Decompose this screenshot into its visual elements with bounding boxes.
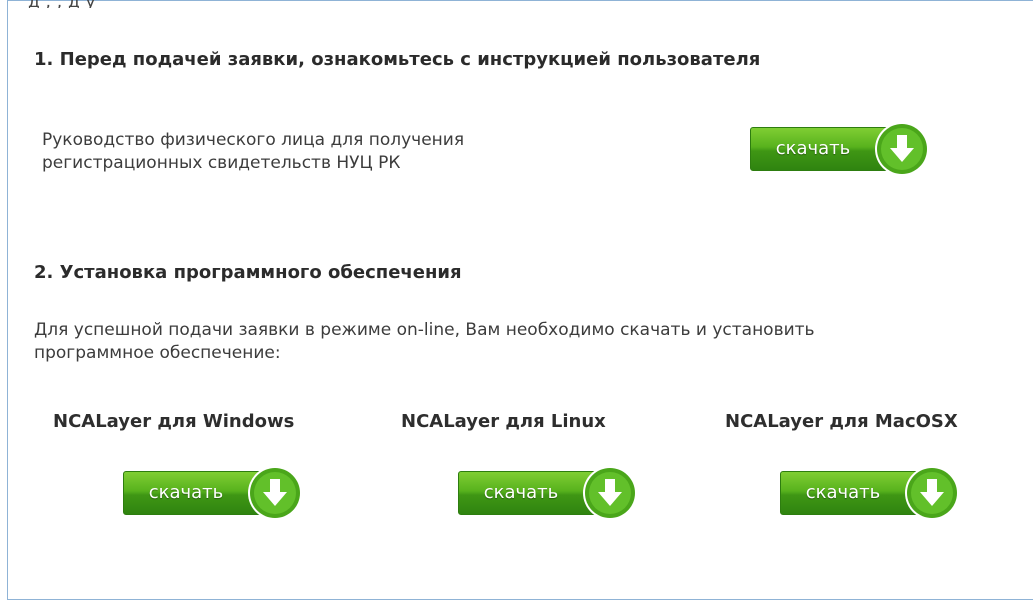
- download-arrow-icon: [248, 466, 302, 520]
- download-macosx-button[interactable]: скачать: [780, 465, 965, 521]
- guide-description-line2: регистрационных свидетельств НУЦ РК: [42, 153, 401, 173]
- download-arrow-icon: [583, 466, 637, 520]
- software-paragraph: Для успешной подачи заявки в режиме on-l…: [34, 319, 815, 365]
- section1-heading: 1. Перед подачей заявки, ознакомьтесь с …: [34, 49, 761, 70]
- software-paragraph-line1: Для успешной подачи заявки в режиме on-l…: [34, 320, 815, 340]
- download-arrow-icon: [905, 466, 959, 520]
- download-label: скачать: [775, 138, 851, 159]
- download-label: скачать: [148, 482, 224, 503]
- download-label: скачать: [483, 482, 559, 503]
- platform-linux-label: NCALayer для Linux: [401, 411, 606, 432]
- clipped-top-text: д , , д у: [28, 0, 96, 8]
- platform-windows-label: NCALayer для Windows: [53, 411, 295, 432]
- software-paragraph-line2: программное обеспечение:: [34, 343, 281, 363]
- platform-macosx-label: NCALayer для MacOSX: [725, 411, 958, 432]
- download-label: скачать: [805, 482, 881, 503]
- download-linux-button[interactable]: скачать: [458, 465, 643, 521]
- section2-heading: 2. Установка программного обеспечения: [34, 262, 462, 283]
- download-guide-button[interactable]: скачать: [750, 121, 935, 177]
- download-windows-button[interactable]: скачать: [123, 465, 308, 521]
- guide-description: Руководство физического лица для получен…: [42, 129, 464, 175]
- guide-description-line1: Руководство физического лица для получен…: [42, 130, 465, 150]
- download-arrow-icon: [875, 122, 929, 176]
- content-frame: д , , д у 1. Перед подачей заявки, ознак…: [7, 0, 1033, 600]
